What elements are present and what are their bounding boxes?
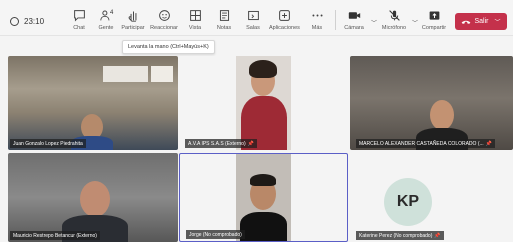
smiley-icon — [158, 10, 170, 21]
participant-name-tag: Katerine Perez (No comprobado) 📌 — [356, 231, 444, 240]
participant-hair — [249, 60, 277, 78]
people-label: Gente — [98, 25, 114, 31]
view-label: Vista — [188, 25, 202, 31]
participant-tile[interactable]: A.V.A IPS S.A.S (Externo) 📌 — [179, 56, 348, 150]
grid-icon — [189, 10, 201, 21]
wall-sign-image — [103, 66, 148, 82]
mic-options-chevron-icon[interactable]: ﹀ — [412, 18, 418, 27]
add-app-icon — [278, 10, 290, 21]
participant-hair — [250, 174, 276, 186]
leave-button[interactable]: Salir ﹀ — [455, 13, 507, 30]
participant-video — [236, 56, 291, 150]
mic-off-icon — [388, 10, 400, 21]
view-button[interactable]: Vista — [180, 9, 210, 31]
people-button[interactable]: 4 Gente — [91, 9, 121, 31]
leave-label: Salir — [474, 18, 489, 25]
participant-tile[interactable]: Juan Gonzalo Lopez Piedrahita — [8, 56, 178, 150]
phone-hangup-icon — [462, 20, 471, 24]
participant-head — [80, 181, 110, 217]
participant-name: Jorge (No comprobado) — [189, 231, 242, 238]
notes-label: Notas — [216, 25, 232, 31]
rooms-button[interactable]: Salas — [238, 9, 268, 31]
share-icon — [429, 11, 439, 20]
participant-name-tag: MARCELO ALEXANDER CASTAÑEDA COLORADO (..… — [356, 139, 495, 148]
participant-tile[interactable]: MARCELO ALEXANDER CASTAÑEDA COLORADO (..… — [350, 56, 513, 150]
participant-name-tag: Juan Gonzalo Lopez Piedrahita — [10, 139, 86, 148]
wall-logo-image — [151, 66, 173, 82]
raise-hand-tooltip: Levanta la mano (Ctrl+Mayús+K) — [122, 40, 215, 54]
participant-name: A.V.A IPS S.A.S (Externo) — [188, 140, 246, 147]
participant-body — [240, 212, 287, 241]
participant-name: Katerine Perez (No comprobado) — [359, 232, 433, 239]
call-elapsed: 23:10 — [24, 17, 45, 26]
camera-icon — [348, 12, 360, 19]
participant-name: Mauricio Restrepo Betancur (Externo) — [13, 232, 97, 239]
leave-options-chevron-icon[interactable]: ﹀ — [495, 17, 501, 26]
mic-button[interactable]: Micrófono — [379, 9, 409, 31]
camera-label: Cámara — [344, 25, 364, 31]
react-button[interactable]: Reaccionar — [149, 9, 179, 31]
apps-label: Aplicaciones — [269, 25, 300, 31]
participant-tile-active[interactable]: Jorge (No comprobado) — [179, 153, 348, 242]
more-button[interactable]: Más — [302, 9, 332, 31]
shield-icon — [10, 17, 19, 26]
share-button[interactable]: Compartir — [419, 9, 449, 31]
mic-label: Micrófono — [381, 25, 407, 31]
camera-options-chevron-icon[interactable]: ﹀ — [371, 18, 377, 27]
pin-icon: 📌 — [485, 140, 492, 147]
react-label: Reaccionar — [150, 25, 178, 31]
toolbar-divider — [335, 10, 336, 30]
raise-hand-label: Participar — [121, 25, 145, 31]
apps-button[interactable]: Aplicaciones — [269, 9, 300, 31]
more-label: Más — [311, 25, 323, 31]
meeting-toolbar: 23:10 Chat 4 Gente Participar Reaccionar… — [0, 0, 513, 36]
pin-icon: 📌 — [434, 232, 441, 239]
participant-name: Juan Gonzalo Lopez Piedrahita — [13, 140, 83, 147]
hand-icon — [128, 11, 136, 22]
chat-label: Chat — [73, 25, 85, 31]
share-label: Compartir — [421, 25, 447, 31]
participant-name-tag: A.V.A IPS S.A.S (Externo) 📌 — [185, 139, 257, 148]
avatar-initials: KP — [396, 193, 420, 210]
chat-icon — [73, 10, 85, 22]
teams-meeting-window: 23:10 Chat 4 Gente Participar Reaccionar… — [0, 0, 513, 242]
raise-hand-button[interactable]: Participar — [118, 9, 148, 31]
rooms-label: Salas — [246, 25, 260, 31]
avatar: KP — [384, 178, 432, 226]
participant-head — [430, 100, 454, 130]
notes-icon — [219, 10, 229, 21]
call-timer: 23:10 — [10, 17, 44, 26]
participant-name-tag: Mauricio Restrepo Betancur (Externo) — [10, 231, 100, 240]
people-count-badge: 4 — [110, 10, 114, 16]
participant-name-tag: Jorge (No comprobado) — [186, 230, 245, 239]
participant-tile[interactable]: Mauricio Restrepo Betancur (Externo) — [8, 153, 178, 242]
more-icon — [311, 14, 323, 17]
rooms-icon — [247, 10, 259, 21]
chat-button[interactable]: Chat — [64, 9, 94, 31]
pin-icon: 📌 — [247, 140, 254, 147]
participant-name: MARCELO ALEXANDER CASTAÑEDA COLORADO (..… — [359, 140, 484, 147]
participant-video — [236, 154, 291, 241]
camera-button[interactable]: Cámara — [339, 9, 369, 31]
notes-button[interactable]: Notas — [209, 9, 239, 31]
